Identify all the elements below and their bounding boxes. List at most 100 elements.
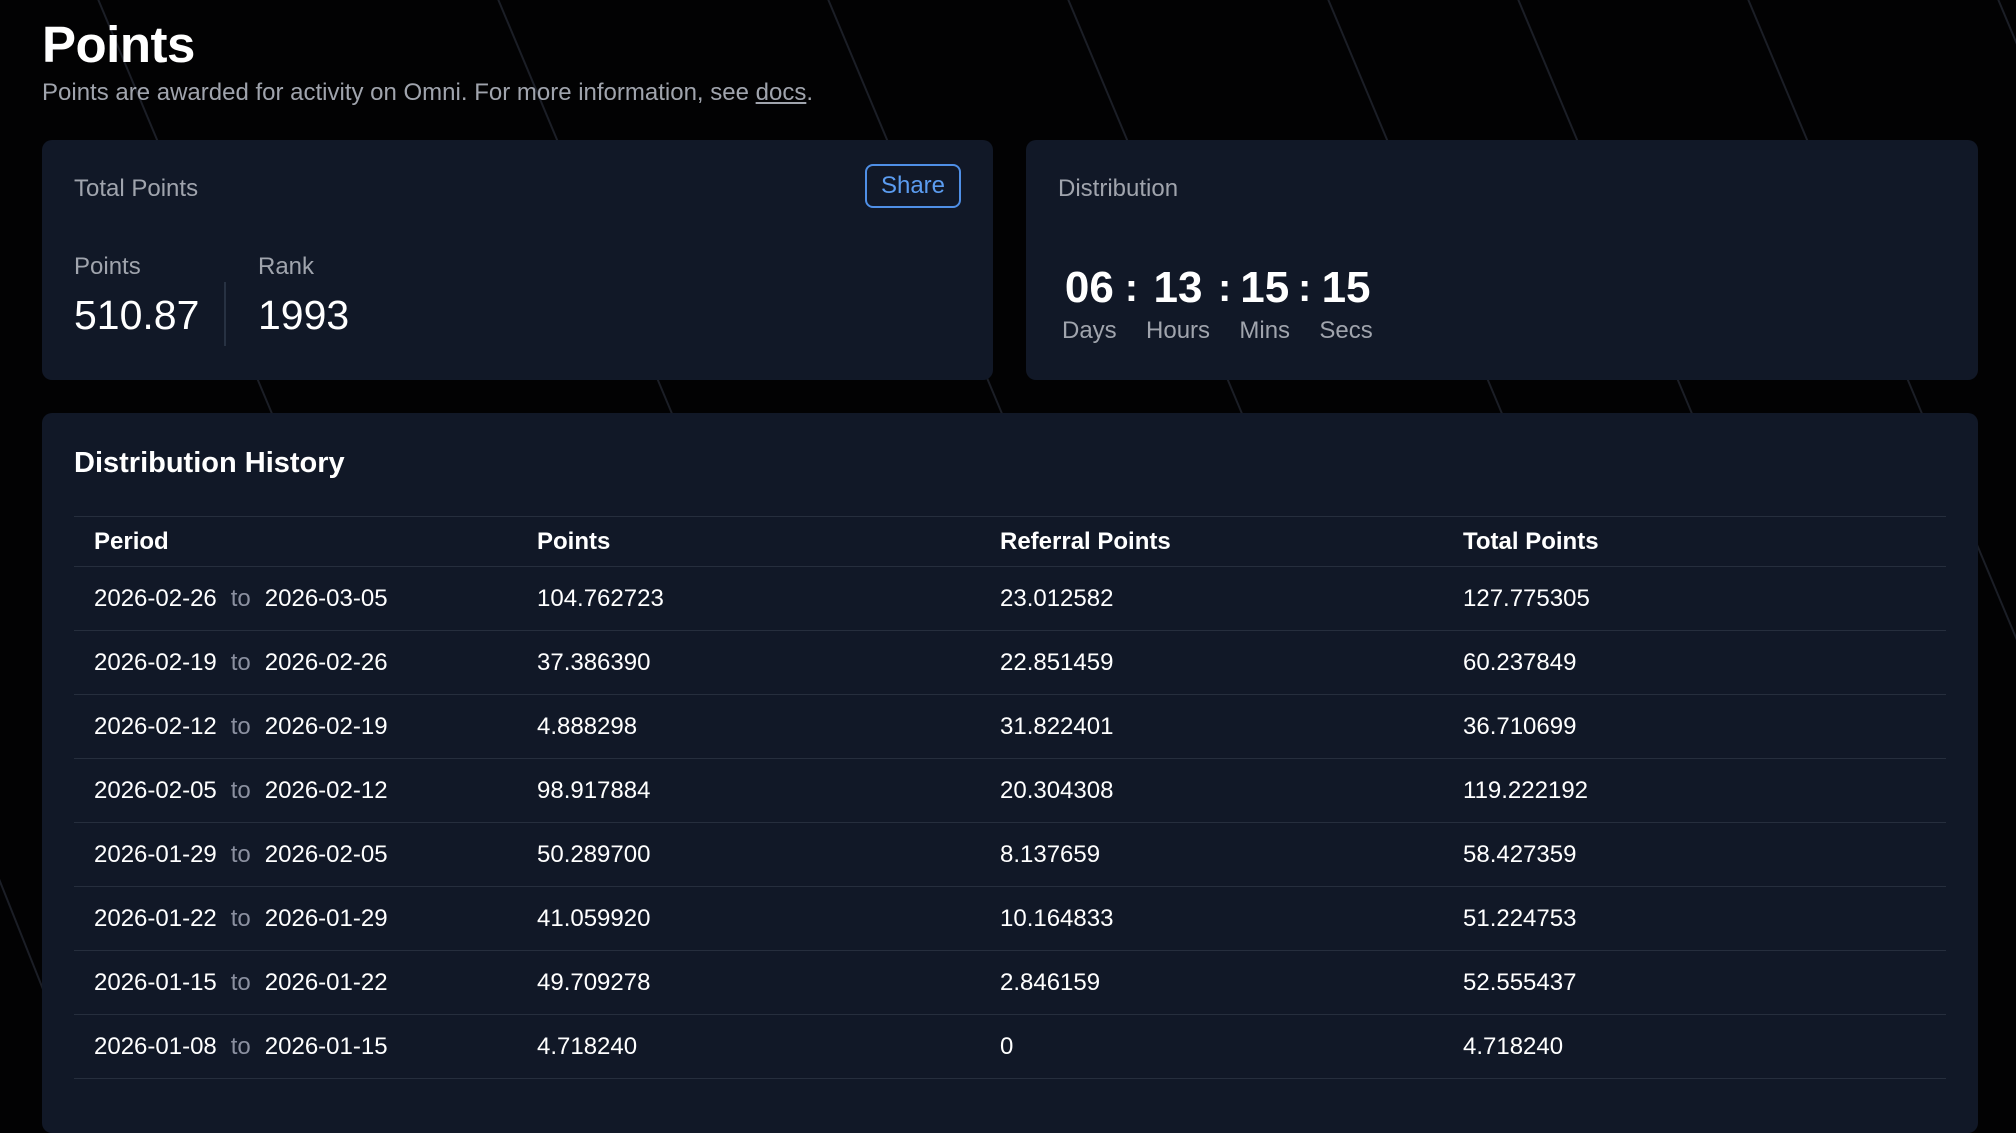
points-stat: Points 510.87 [74, 252, 199, 340]
table-header-row: Period Points Referral Points Total Poin… [74, 517, 1946, 567]
period-cell: 2026-02-19 to 2026-02-26 [74, 648, 537, 678]
points-cell: 49.709278 [537, 968, 651, 996]
period-end: 2026-01-29 [264, 904, 388, 932]
column-header-period: Period [94, 527, 169, 555]
points-value: 510.87 [74, 292, 200, 338]
rank-stat: Rank 1993 [258, 252, 349, 340]
countdown-hours: 13 Hours [1146, 260, 1210, 346]
hours-value: 13 [1153, 263, 1203, 312]
period-cell: 2026-01-29 to 2026-02-05 [74, 840, 537, 870]
total-points-cell: 60.237849 [1463, 648, 1577, 676]
distribution-label: Distribution [1058, 175, 1179, 202]
period-end: 2026-01-22 [264, 968, 388, 996]
referral-points-cell: 2.846159 [1000, 968, 1101, 996]
stat-divider [224, 282, 226, 346]
period-start: 2026-01-29 [94, 840, 217, 868]
period-to: to [230, 584, 251, 612]
period-to: to [230, 776, 251, 804]
distribution-history-card: Distribution History Period Points Refer… [42, 413, 1978, 1133]
page-title: Points [42, 16, 195, 73]
total-points-cell: 127.775305 [1463, 584, 1590, 612]
points-cell: 98.917884 [537, 776, 651, 804]
points-cell: 50.289700 [537, 840, 651, 868]
period-cell: 2026-01-08 to 2026-01-15 [74, 1032, 537, 1062]
referral-points-cell: 8.137659 [1000, 840, 1101, 868]
total-points-cell: 4.718240 [1463, 1032, 1564, 1060]
rank-value: 1993 [258, 292, 350, 338]
countdown-timer: 06 Days : 13 Hours : 15 Mins : 15 Secs [1062, 260, 1373, 346]
period-start: 2026-02-05 [94, 776, 217, 804]
period-to: to [230, 840, 251, 868]
period-to: to [230, 968, 251, 996]
share-button[interactable]: Share [865, 164, 961, 208]
table-row: 2026-01-15 to 2026-01-22 49.709278 2.84615… [74, 951, 1946, 1015]
secs-value: 15 [1321, 263, 1371, 312]
points-page: Points Points are awarded for activity o… [0, 0, 2016, 1133]
table-row: 2026-02-12 to 2026-02-19 4.888298 31.82240… [74, 695, 1946, 759]
table-row: 2026-01-08 to 2026-01-15 4.718240 0 4.7182… [74, 1015, 1946, 1079]
period-cell: 2026-02-05 to 2026-02-12 [74, 776, 537, 806]
mins-label: Mins [1239, 317, 1291, 344]
period-end: 2026-02-19 [264, 712, 388, 740]
days-value: 06 [1064, 263, 1114, 312]
history-table: Period Points Referral Points Total Poin… [74, 516, 1946, 1079]
countdown-separator: : [1218, 266, 1232, 310]
period-start: 2026-02-19 [94, 648, 217, 676]
period-cell: 2026-02-26 to 2026-03-05 [74, 584, 537, 614]
secs-label: Secs [1319, 317, 1373, 344]
period-start: 2026-01-22 [94, 904, 217, 932]
period-to: to [230, 648, 251, 676]
period-end: 2026-02-26 [264, 648, 388, 676]
points-cell: 37.386390 [537, 648, 651, 676]
total-points-cell: 52.555437 [1463, 968, 1577, 996]
referral-points-cell: 10.164833 [1000, 904, 1114, 932]
period-end: 2026-02-05 [264, 840, 388, 868]
points-label: Points [74, 253, 141, 280]
referral-points-cell: 23.012582 [1000, 584, 1114, 612]
period-to: to [230, 1032, 251, 1060]
points-cell: 104.762723 [537, 584, 664, 612]
referral-points-cell: 22.851459 [1000, 648, 1114, 676]
days-label: Days [1062, 317, 1117, 344]
period-to: to [230, 712, 251, 740]
points-cell: 4.888298 [537, 712, 638, 740]
column-header-referral-points: Referral Points [1000, 527, 1171, 555]
countdown-mins: 15 Mins [1239, 260, 1290, 346]
countdown-separator: : [1124, 266, 1139, 310]
period-cell: 2026-01-15 to 2026-01-22 [74, 968, 537, 998]
referral-points-cell: 0 [1000, 1032, 1014, 1060]
table-row: 2026-02-05 to 2026-02-12 98.917884 20.3043… [74, 759, 1946, 823]
docs-link[interactable]: docs [756, 79, 807, 106]
subtitle-suffix: . [806, 79, 813, 106]
column-header-total-points: Total Points [1463, 527, 1599, 555]
period-cell: 2026-02-12 to 2026-02-19 [74, 712, 537, 742]
distribution-card: Distribution 06 Days : 13 Hours : 15 Min… [1026, 140, 1978, 380]
table-row: 2026-02-26 to 2026-03-05 104.762723 23.012… [74, 567, 1946, 631]
period-start: 2026-01-08 [94, 1032, 217, 1060]
page-subtitle: Points are awarded for activity on Omni.… [42, 78, 813, 108]
total-points-cell: 51.224753 [1463, 904, 1577, 932]
rank-label: Rank [258, 253, 315, 280]
table-row: 2026-02-19 to 2026-02-26 37.386390 22.8514… [74, 631, 1946, 695]
points-cell: 4.718240 [537, 1032, 638, 1060]
column-header-points: Points [537, 527, 611, 555]
table-row: 2026-01-22 to 2026-01-29 41.059920 10.1648… [74, 887, 1946, 951]
period-start: 2026-02-26 [94, 584, 217, 612]
period-end: 2026-03-05 [264, 584, 388, 612]
period-to: to [230, 904, 251, 932]
total-points-cell: 119.222192 [1463, 776, 1589, 804]
referral-points-cell: 20.304308 [1000, 776, 1114, 804]
mins-value: 15 [1240, 263, 1290, 312]
total-points-cell: 36.710699 [1463, 712, 1577, 740]
hours-label: Hours [1146, 317, 1211, 344]
period-cell: 2026-01-22 to 2026-01-29 [74, 904, 537, 934]
period-end: 2026-01-15 [264, 1032, 388, 1060]
subtitle-text: Points are awarded for activity on Omni.… [42, 79, 756, 106]
total-points-card: Total Points Share Points 510.87 Rank 19… [42, 140, 993, 380]
period-end: 2026-02-12 [264, 776, 388, 804]
points-cell: 41.059920 [537, 904, 651, 932]
total-points-label: Total Points [74, 175, 199, 202]
period-start: 2026-01-15 [94, 968, 217, 996]
countdown-separator: : [1298, 266, 1312, 310]
history-title: Distribution History [74, 447, 345, 479]
